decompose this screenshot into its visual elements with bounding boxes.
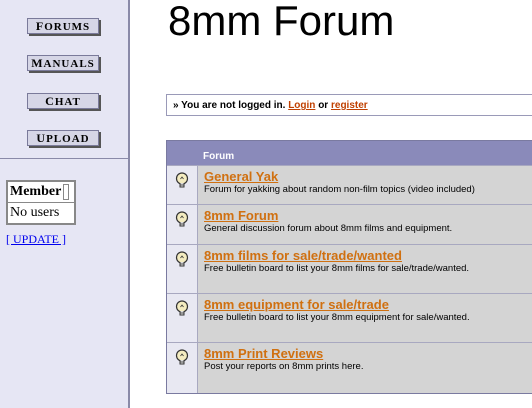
forum-description: Post your reports on 8mm prints here. — [204, 361, 364, 372]
login-link[interactable]: Login — [288, 100, 315, 111]
nav-upload-cap: U — [36, 131, 47, 145]
nav-chat-button[interactable]: CHAT — [27, 93, 99, 109]
forum-row-content: General Yak Forum for yakking about rand… — [198, 166, 532, 204]
forum-description: Forum for yakking about random non-film … — [204, 184, 475, 195]
forum-row: 8mm Forum General discussion forum about… — [167, 204, 532, 244]
forum-icon-cell — [167, 166, 198, 204]
forum-row-content: 8mm Forum General discussion forum about… — [198, 205, 532, 244]
update-link[interactable]: [ UPDATE ] — [6, 232, 66, 247]
forum-row: 8mm films for sale/trade/wanted Free bul… — [167, 244, 532, 293]
member-table-body: No users — [10, 205, 60, 220]
nav-manuals-cap: M — [31, 56, 44, 70]
lightbulb-icon — [175, 349, 189, 365]
member-header-cell — [63, 184, 70, 200]
nav-manuals-rest: ANUALS — [43, 58, 95, 70]
sidebar-divider — [0, 158, 130, 159]
forum-description: General discussion forum about 8mm films… — [204, 223, 453, 234]
forum-table-header: Forum — [167, 141, 532, 165]
nav-chat-rest: HAT — [54, 96, 81, 108]
forum-row: 8mm Print Reviews Post your reports on 8… — [167, 342, 532, 393]
lightbulb-icon — [175, 251, 189, 267]
login-or-text: or — [318, 100, 329, 111]
nav-forums-button[interactable]: FORUMS — [27, 18, 99, 34]
nav-forums-rest: ORUMS — [44, 21, 91, 33]
forum-title-link[interactable]: General Yak — [204, 169, 532, 184]
page-title: 8mm Forum — [168, 0, 395, 44]
nav-upload-rest: PLOAD — [46, 133, 90, 145]
nav-upload-button[interactable]: UPLOAD — [27, 130, 99, 146]
forum-title-link[interactable]: 8mm equipment for sale/trade — [204, 297, 532, 312]
forum-row-content: 8mm Print Reviews Post your reports on 8… — [198, 343, 532, 393]
forum-title-link[interactable]: 8mm Forum — [204, 208, 532, 223]
forum-description: Free bulletin board to list your 8mm fil… — [204, 263, 470, 274]
nav-manuals-button[interactable]: MANUALS — [27, 55, 99, 71]
forum-icon-cell — [167, 343, 198, 393]
nav-chat-cap: C — [45, 94, 55, 108]
lightbulb-icon — [175, 300, 189, 316]
nav-forums-cap: F — [35, 19, 45, 33]
forum-icon-cell — [167, 205, 198, 244]
member-list-table: Member No users — [6, 180, 76, 225]
forum-header-label: Forum — [203, 151, 235, 162]
forum-description: Free bulletin board to list your 8mm equ… — [204, 312, 470, 323]
login-status-bar: » You are not logged in. Login or regist… — [166, 94, 532, 116]
forum-row-content: 8mm equipment for sale/trade Free bullet… — [198, 294, 532, 342]
forum-list-table: Forum General Yak Forum for yakking abou… — [166, 140, 532, 394]
forum-row-content: 8mm films for sale/trade/wanted Free bul… — [198, 245, 532, 293]
member-table-header: Member — [8, 182, 74, 203]
forum-icon-cell — [167, 294, 198, 342]
forum-row: 8mm equipment for sale/trade Free bullet… — [167, 293, 532, 342]
forum-icon-cell — [167, 245, 198, 293]
forum-title-link[interactable]: 8mm films for sale/trade/wanted — [204, 248, 532, 263]
login-status-text: » You are not logged in. — [173, 100, 286, 111]
lightbulb-icon — [175, 211, 189, 227]
member-header-label: Member — [10, 184, 62, 199]
lightbulb-icon — [175, 172, 189, 188]
left-sidebar: FORUMS MANUALS CHAT UPLOAD Member No use… — [0, 0, 130, 408]
forum-row: General Yak Forum for yakking about rand… — [167, 165, 532, 204]
register-link[interactable]: register — [331, 100, 368, 111]
forum-header-icon-column — [167, 141, 197, 165]
forum-title-link[interactable]: 8mm Print Reviews — [204, 346, 532, 361]
